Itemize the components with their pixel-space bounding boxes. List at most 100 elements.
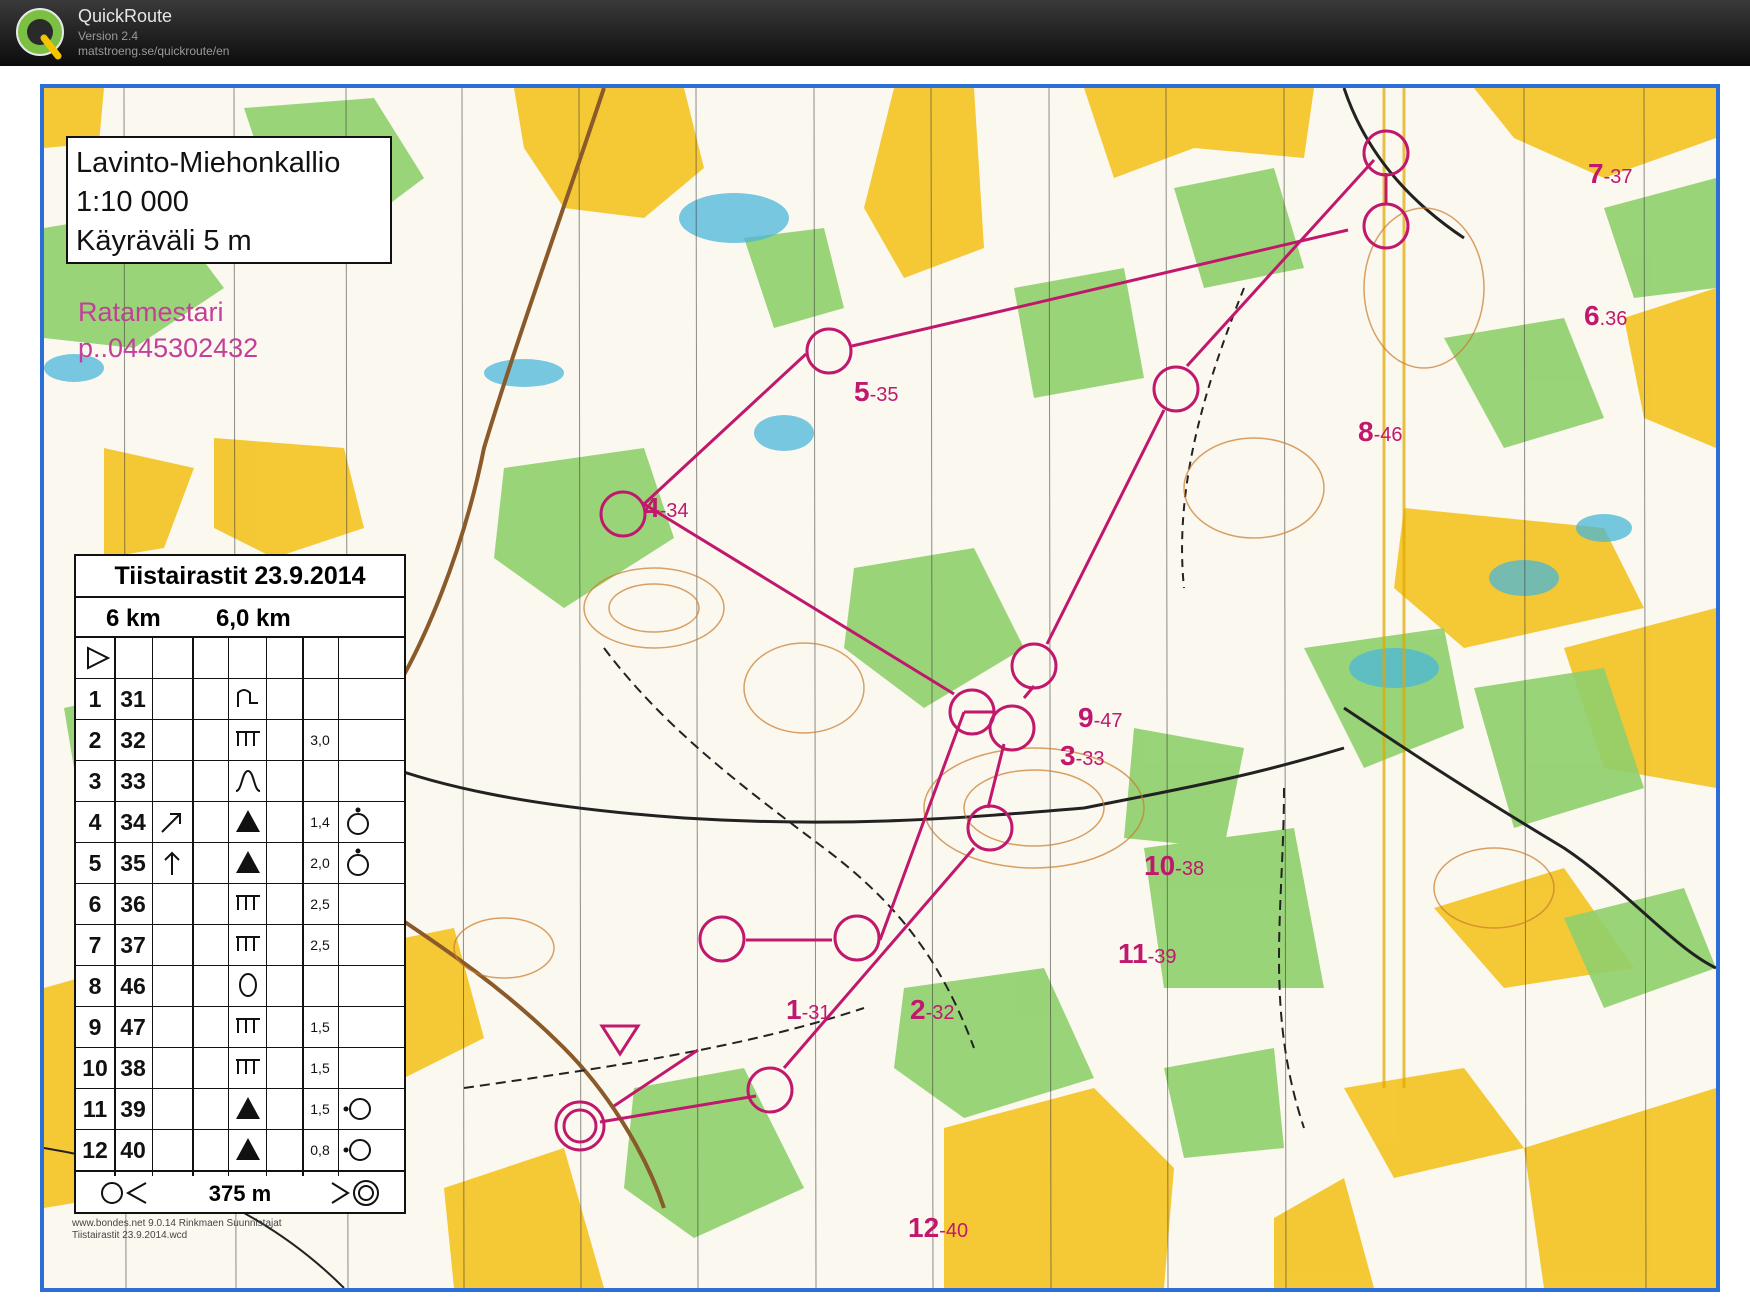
- quickroute-logo-icon: [16, 8, 64, 60]
- feature-size: [302, 679, 338, 719]
- map-scale: 1:10 000: [76, 186, 189, 218]
- control-label-7: 7-37: [1588, 158, 1633, 189]
- boulder-icon: [236, 1097, 260, 1119]
- control-code: 33: [120, 768, 146, 794]
- description-row: 2 32 3,0: [76, 720, 404, 761]
- control-number: 1: [88, 686, 102, 712]
- control-code: 32: [120, 727, 146, 753]
- feature-size: [302, 761, 338, 801]
- description-footer: 375 m: [76, 1170, 404, 1212]
- boulder-icon: [236, 851, 260, 873]
- map-name: Lavinto-Miehonkallio: [76, 147, 341, 179]
- course-setter-phone: p..0445302432: [78, 333, 259, 363]
- control-number: 10: [82, 1055, 108, 1081]
- app-titlebar: QuickRoute Version 2.4 matstroeng.se/qui…: [0, 0, 1750, 66]
- control-label-2: 2-32: [910, 994, 955, 1025]
- feature-size: 2,5: [310, 896, 330, 912]
- column-divider: [302, 638, 304, 1176]
- feature-size: 1,5: [310, 1060, 330, 1076]
- control-number: 12: [82, 1137, 108, 1163]
- description-row: 5 35 2,0: [76, 843, 404, 884]
- start-row: [76, 638, 404, 679]
- location-side-icon: [343, 1098, 371, 1120]
- control-label-10: 10-38: [1144, 850, 1205, 881]
- finish-circle-icon: [331, 1180, 379, 1206]
- start-triangle-icon: [87, 646, 110, 670]
- control-code: 35: [120, 850, 146, 876]
- finish-circle-icon: [554, 1100, 606, 1152]
- control-code: 40: [120, 1137, 146, 1163]
- course-name: 6 km: [106, 605, 161, 632]
- course-setter: Ratamestari p..0445302432: [78, 294, 258, 366]
- control-label-1: 1-31: [786, 994, 831, 1025]
- direction-arrow-icon: [164, 851, 180, 875]
- control-number: 4: [88, 809, 102, 835]
- control-code: 38: [120, 1055, 146, 1081]
- description-row: 11 39 1,5: [76, 1089, 404, 1130]
- feature-size: 1,4: [310, 814, 330, 830]
- column-divider: [152, 638, 153, 1176]
- control-label-6: 6.36: [1584, 300, 1628, 331]
- control-label-4: 4-34: [644, 492, 689, 523]
- column-divider: [228, 638, 229, 1176]
- print-footer: www.bondes.net 9.0.14 Rinkmaen Suunnista…: [72, 1218, 282, 1242]
- control-label-11: 11-39: [1118, 938, 1177, 969]
- cliff-icon: [236, 731, 260, 746]
- print-footer-line1: www.bondes.net 9.0.14 Rinkmaen Suunnista…: [72, 1218, 282, 1229]
- re-entrant-icon: [235, 769, 261, 792]
- description-row: 8 46: [76, 966, 404, 1007]
- description-row: 12 40 0,8: [76, 1130, 404, 1171]
- description-row: 4 34 1,4: [76, 802, 404, 843]
- direction-arrow-icon: [161, 813, 181, 833]
- description-title: Tiistairastit 23.9.2014: [76, 556, 404, 598]
- description-row: 1 31: [76, 679, 404, 720]
- column-divider: [114, 638, 116, 1176]
- location-side-icon: [343, 1139, 371, 1161]
- start-triangle-icon: [599, 1024, 641, 1057]
- control-code: 37: [120, 932, 146, 958]
- column-divider: [266, 638, 267, 1176]
- control-number: 5: [88, 850, 102, 876]
- control-description-sheet: Tiistairastit 23.9.2014 6 km 6,0 km 1 31 2…: [74, 554, 406, 1214]
- control-code: 36: [120, 891, 146, 917]
- control-code: 31: [120, 686, 146, 712]
- feature-size: 3,0: [310, 732, 330, 748]
- course-setter-title: Ratamestari: [78, 297, 224, 327]
- feature-size: 2,0: [310, 855, 330, 871]
- control-code: 34: [120, 809, 146, 835]
- course-length: 6,0 km: [216, 605, 291, 632]
- boulder-icon: [236, 1138, 260, 1160]
- description-row: 9 47 1,5: [76, 1007, 404, 1048]
- description-row: 3 33: [76, 761, 404, 802]
- app-version: Version 2.4: [78, 29, 139, 43]
- control-label-9: 9-47: [1078, 702, 1123, 733]
- boulder-icon: [236, 810, 260, 832]
- control-code: 46: [120, 973, 146, 999]
- control-number: 11: [82, 1096, 108, 1122]
- column-divider: [192, 638, 194, 1176]
- column-divider: [338, 638, 339, 1176]
- control-number: 3: [88, 768, 102, 794]
- feature-size: 2,5: [310, 937, 330, 953]
- control-number: 6: [88, 891, 102, 917]
- location-top-icon: [347, 807, 369, 835]
- contour-lines: [453, 207, 1555, 979]
- cliff-icon: [236, 1018, 260, 1033]
- orienteering-map[interactable]: Lavinto-Miehonkallio 1:10 000 Käyräväli …: [40, 84, 1720, 1292]
- control-label-12: 12-40: [908, 1212, 969, 1243]
- control-number: 2: [88, 727, 102, 753]
- feature-size: 1,5: [310, 1101, 330, 1117]
- cliff-icon: [236, 936, 260, 951]
- print-footer-line2: Tiistairastit 23.9.2014.wcd: [72, 1230, 188, 1241]
- cliff-icon: [236, 895, 260, 910]
- feature-size: [302, 966, 338, 1006]
- control-number: 8: [88, 973, 102, 999]
- description-row: 7 37 2,5: [76, 925, 404, 966]
- feature-size: 1,5: [310, 1019, 330, 1035]
- depression-icon: [239, 973, 257, 997]
- app-name: QuickRoute: [78, 6, 173, 26]
- map-info-box: Lavinto-Miehonkallio 1:10 000 Käyräväli …: [66, 136, 392, 264]
- location-top-icon: [347, 848, 369, 876]
- description-row: 10 38 1,5: [76, 1048, 404, 1089]
- foot-of-cliff-icon: [237, 689, 258, 707]
